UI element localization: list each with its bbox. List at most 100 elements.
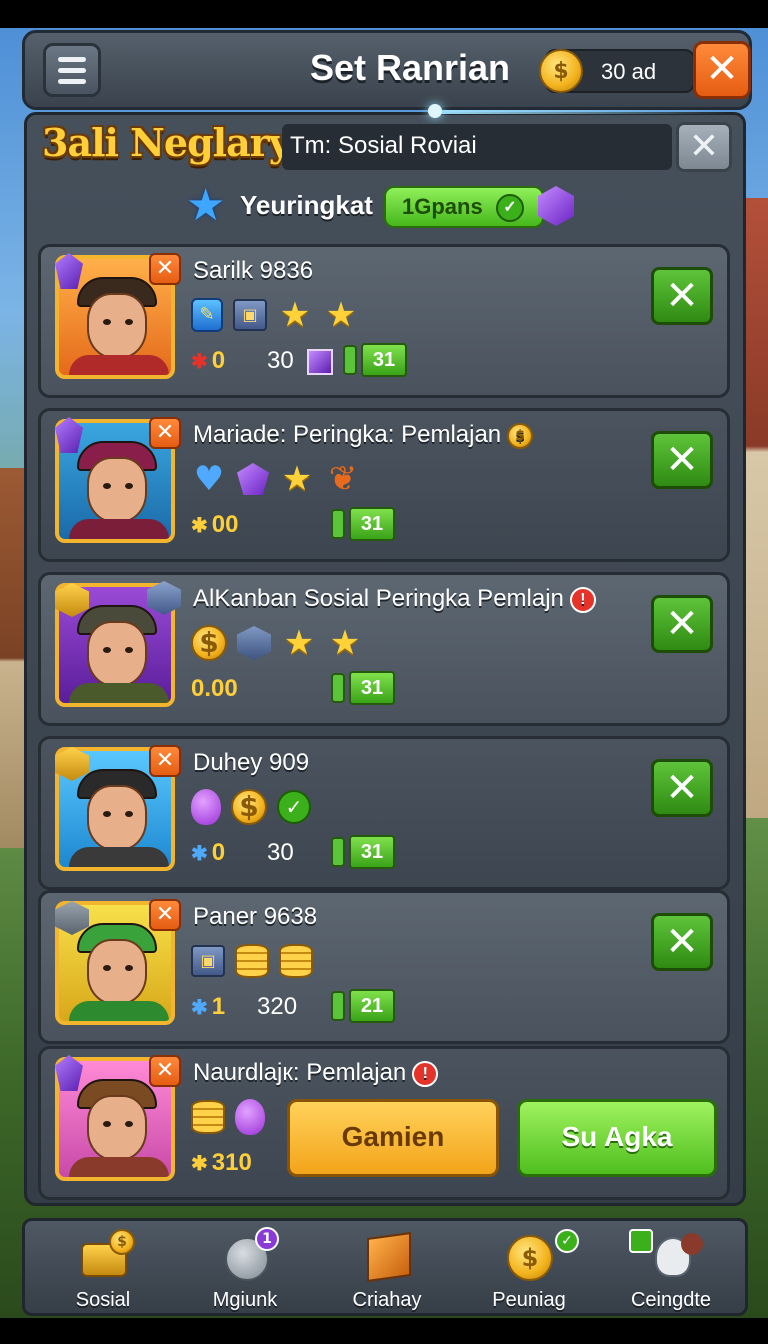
- rank-label: Yeuringkat: [240, 190, 373, 220]
- avatar-eye: [103, 965, 111, 971]
- avatar-eye: [125, 319, 133, 325]
- player-name: Paner 9638: [193, 903, 318, 930]
- player-card[interactable]: ✕ Naurdlajк: Pemlajan! ✱ 310 Gamien Su Ag…: [38, 1046, 730, 1200]
- spark-icon: ✱: [191, 1153, 208, 1175]
- avatar-face: [87, 1095, 147, 1161]
- spark-icon: ✱: [191, 351, 208, 373]
- green-marker-icon: [331, 673, 345, 703]
- close-button[interactable]: ✕: [693, 41, 751, 99]
- stat-secondary: 30: [267, 347, 294, 374]
- nav-label: Peuniag: [492, 1289, 566, 1311]
- accept-button[interactable]: ✕: [651, 595, 713, 653]
- currency-value: 30 ad: [601, 59, 657, 84]
- remove-badge-icon[interactable]: ✕: [149, 899, 181, 931]
- knot-icon: ❦: [328, 459, 358, 499]
- nav-label: Ceingdte: [630, 1289, 712, 1311]
- count-pill: 31: [349, 507, 395, 541]
- accept-button[interactable]: ✕: [651, 267, 713, 325]
- game-logo: 3ali Neglary: [42, 120, 291, 165]
- avatar-eye: [103, 319, 111, 325]
- star-icon: ★: [279, 295, 311, 335]
- nav-badge: 1: [255, 1227, 279, 1251]
- rank-row: ★ Yeuringkat 1Gpans ✓: [186, 182, 586, 232]
- player-card[interactable]: ✕ Sarilk 9836 ✎ ▣ ★ ★ ✱ 0 30 31 ✕: [38, 244, 730, 398]
- avatar-body: [69, 519, 169, 539]
- chest-icon: ▣: [191, 945, 225, 977]
- player-card[interactable]: ✕ Mariade: Peringka: Pemlajan $ ♥ ★ ❦ ✱ 00…: [38, 408, 730, 562]
- treasure-chest-icon: $: [77, 1229, 135, 1283]
- stat-row: ✱ 1 320 21: [191, 987, 451, 1027]
- star-icon: ★: [329, 623, 361, 663]
- spark-icon: ✱: [191, 997, 208, 1019]
- accept-button[interactable]: ✕: [651, 759, 713, 817]
- avatar-body: [69, 1001, 169, 1021]
- stat-primary-value: 0: [211, 839, 226, 866]
- top-bar: Set Ranrian $ 30 ad ✕: [22, 30, 752, 110]
- remove-badge-icon[interactable]: ✕: [149, 253, 181, 285]
- coin-icon: $: [507, 1235, 553, 1281]
- stat-secondary: 30: [267, 839, 294, 866]
- nav-item-ceingdte[interactable]: Ceingdte: [601, 1225, 741, 1315]
- reward-icons: $ ✓: [191, 787, 311, 827]
- reward-icons: ▣: [191, 941, 313, 981]
- menu-button[interactable]: [43, 43, 101, 97]
- coin-icon: $: [231, 789, 267, 825]
- nav-item-sosial[interactable]: $ Sosial: [33, 1225, 173, 1315]
- coin-icon: $: [539, 49, 583, 93]
- currency-display: $ 30 ad: [539, 49, 695, 93]
- check-icon: ✓: [496, 194, 524, 222]
- reward-icons: ✎ ▣ ★ ★: [191, 295, 359, 335]
- player-card[interactable]: AlKanban Sosial Peringka Pemlajn! $ ★ ★ …: [38, 572, 730, 726]
- green-marker-icon: [331, 509, 345, 539]
- bottom-navigation: $ Sosial 1 Mgiunk Criahay $ ✓ Peuniag Ce…: [22, 1218, 748, 1316]
- purple-square-icon: [307, 349, 333, 375]
- green-marker-icon: [331, 837, 345, 867]
- glow-dot: [428, 104, 442, 118]
- stat-primary: ✱ 1: [191, 993, 225, 1021]
- stat-primary: ✱ 00: [191, 511, 238, 539]
- nav-item-peuniag[interactable]: $ ✓ Peuniag: [459, 1225, 599, 1315]
- nav-item-mgiunk[interactable]: 1 Mgiunk: [175, 1225, 315, 1315]
- player-card[interactable]: ✕ Duhey 909 $ ✓ ✱ 0 30 31 ✕: [38, 736, 730, 890]
- avatar-face: [87, 457, 147, 523]
- balloon-icon: [235, 1099, 265, 1135]
- stat-secondary: 320: [257, 993, 298, 1020]
- coin-icon: $: [191, 625, 227, 661]
- avatar-eye: [103, 1121, 111, 1127]
- avatar-face: [87, 939, 147, 1005]
- remove-badge-icon[interactable]: ✕: [149, 417, 181, 449]
- rank-pill-button[interactable]: 1Gpans ✓: [384, 186, 544, 228]
- avatar-body: [69, 847, 169, 867]
- remove-badge-icon[interactable]: ✕: [149, 1055, 181, 1087]
- avatar-body: [69, 1157, 169, 1177]
- accept-button[interactable]: ✕: [651, 431, 713, 489]
- nav-item-criahay[interactable]: Criahay: [317, 1225, 457, 1315]
- player-name: AlKanban Sosial Peringka Pemlajn: [193, 585, 564, 612]
- stat-row: ✱ 00 31: [191, 505, 451, 545]
- player-name: Naurdlajк: Pemlajan: [193, 1059, 407, 1086]
- orange-action-button[interactable]: Gamien: [287, 1099, 499, 1177]
- count-pill: 21: [349, 989, 395, 1023]
- avatar-face: [87, 785, 147, 851]
- star-icon: ★: [281, 459, 313, 499]
- stat-primary: ✱ 0: [191, 839, 225, 867]
- reward-icons: [191, 1097, 265, 1137]
- green-action-button[interactable]: Su Agka: [517, 1099, 717, 1177]
- reward-icons: $ ★ ★: [191, 623, 363, 663]
- search-clear-button[interactable]: ✕: [676, 122, 732, 172]
- remove-badge-icon[interactable]: ✕: [149, 745, 181, 777]
- glow-line: [430, 110, 730, 114]
- heart-icon: ♥: [193, 459, 225, 499]
- avatar-face: [87, 293, 147, 359]
- menu-icon-line: [58, 56, 86, 62]
- stat-primary-value: 0: [211, 347, 226, 374]
- accept-button[interactable]: ✕: [651, 913, 713, 971]
- avatar-face: [87, 621, 147, 687]
- blue-star-icon: ★: [186, 180, 226, 231]
- stat-primary: 0.00: [191, 675, 238, 703]
- search-input[interactable]: Tm: Sosial Roviai: [282, 124, 672, 170]
- stat-primary: ✱ 0: [191, 347, 225, 375]
- gem-icon: [237, 463, 269, 495]
- nav-label: Criahay: [352, 1289, 422, 1311]
- player-card[interactable]: ✕ Paner 9638 ▣ ✱ 1 320 21 ✕: [38, 890, 730, 1044]
